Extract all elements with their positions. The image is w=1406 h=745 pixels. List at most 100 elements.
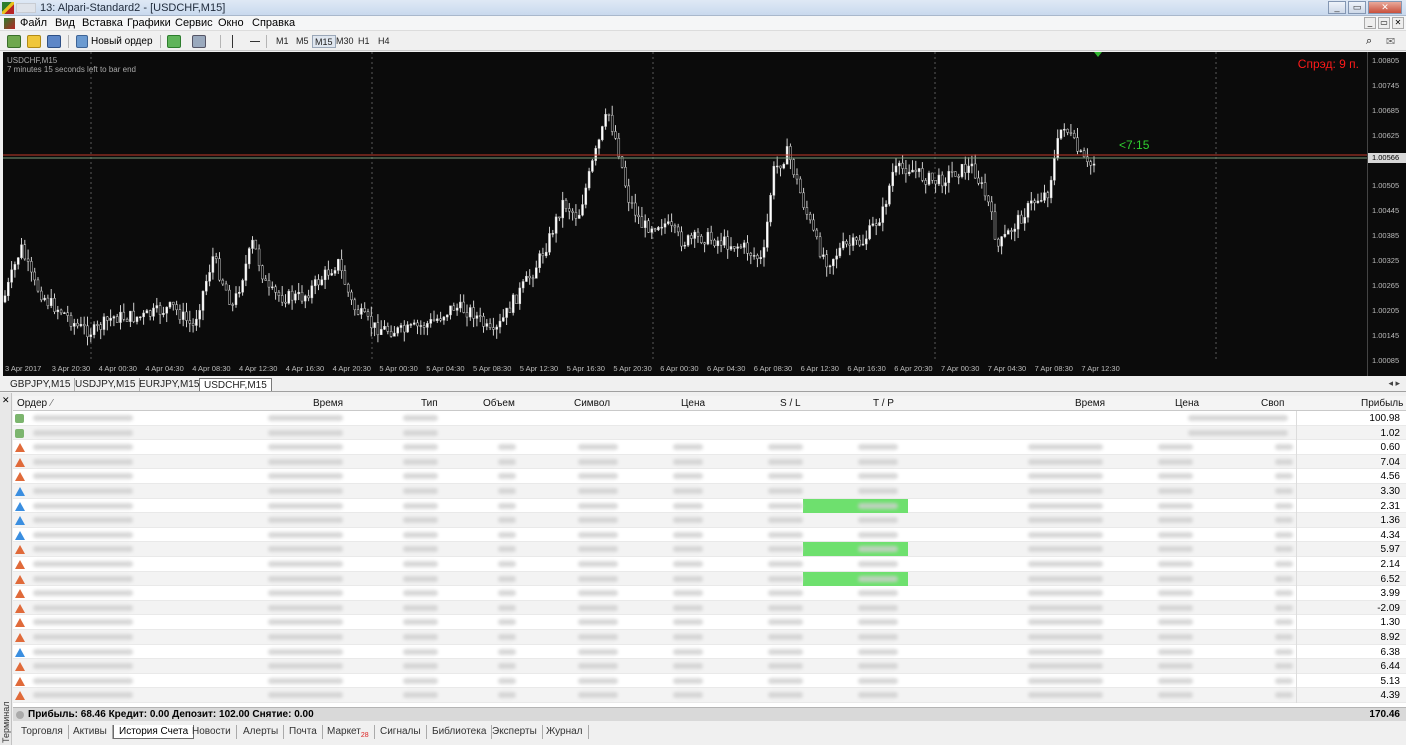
candle-body <box>531 277 535 280</box>
timeframe-h4[interactable]: H4 <box>376 35 392 48</box>
col-tp[interactable]: T / P <box>873 398 894 409</box>
table-row[interactable]: 4.39 <box>13 688 1406 703</box>
close-icon[interactable]: ✕ <box>2 395 10 406</box>
menu-charts[interactable]: Графики <box>127 17 171 29</box>
table-row[interactable]: 2.14 <box>13 557 1406 572</box>
col-close-price[interactable]: Цена <box>1175 398 1199 409</box>
menu-help[interactable]: Справка <box>252 17 295 29</box>
table-row[interactable]: 6.52 <box>13 571 1406 587</box>
menu-view[interactable]: Вид <box>55 17 75 29</box>
timeframe-h1[interactable]: H1 <box>356 35 372 48</box>
obscured-cell <box>1028 648 1103 655</box>
menu-file[interactable]: Файл <box>20 17 47 29</box>
terminal-tab-9[interactable]: Эксперты <box>487 725 543 739</box>
terminal-tab-2[interactable]: История Счета <box>113 725 195 739</box>
chat-icon[interactable]: ✉ <box>1386 35 1395 48</box>
col-order[interactable]: Ордер <box>17 398 47 409</box>
col-close-time[interactable]: Время <box>1075 398 1105 409</box>
col-type[interactable]: Тип <box>421 398 438 409</box>
mdi-restore-button[interactable]: ▭ <box>1378 17 1390 29</box>
terminal-tab-10[interactable]: Журнал <box>541 725 589 739</box>
candle-body <box>373 322 376 328</box>
chart-shift-marker[interactable] <box>1094 52 1102 57</box>
maximize-button[interactable]: ▭ <box>1348 1 1366 14</box>
terminal-tab-7[interactable]: Сигналы <box>375 725 427 739</box>
mdi-close-button[interactable]: ✕ <box>1392 17 1404 29</box>
table-row[interactable]: 100.98 <box>13 411 1406 426</box>
horizontal-line-tool[interactable] <box>250 41 260 42</box>
col-swap[interactable]: Своп <box>1261 398 1284 409</box>
table-row[interactable]: -2.09 <box>13 600 1406 616</box>
table-row[interactable]: 4.56 <box>13 469 1406 484</box>
menu-insert[interactable]: Вставка <box>82 17 123 29</box>
table-row[interactable]: 7.04 <box>13 454 1406 470</box>
table-row[interactable]: 6.38 <box>13 644 1406 660</box>
sell-arrow-icon <box>15 443 25 453</box>
candle-body <box>1026 203 1030 218</box>
terminal-tab-0[interactable]: Торговля <box>16 725 69 739</box>
candle-body <box>201 290 205 311</box>
col-symbol[interactable]: Символ <box>574 398 610 409</box>
menu-window[interactable]: Окно <box>218 17 244 29</box>
terminal-tab-6[interactable]: Маркет28 <box>322 725 375 739</box>
terminal-tab-3[interactable]: Новости <box>187 725 237 739</box>
chart-window-icon[interactable] <box>4 18 15 29</box>
search-icon[interactable]: ⌕ <box>1366 35 1372 48</box>
table-row[interactable]: 2.31 <box>13 498 1406 514</box>
new-chart-icon[interactable] <box>7 35 21 48</box>
tab-scroll-arrows[interactable]: ◂ ▸ <box>1388 378 1400 389</box>
col-sl[interactable]: S / L <box>780 398 801 409</box>
candle-body <box>983 182 987 197</box>
vertical-line-tool[interactable] <box>232 35 233 48</box>
table-row[interactable]: 1.02 <box>13 425 1406 441</box>
timeframe-m1[interactable]: M1 <box>274 35 291 48</box>
templates-icon[interactable] <box>192 35 206 48</box>
col-volume[interactable]: Объем <box>483 398 515 409</box>
price-chart[interactable]: USDCHF,M15 7 minutes 15 seconds left to … <box>3 52 1367 376</box>
table-row[interactable]: 0.60 <box>13 440 1406 455</box>
timeframe-m30[interactable]: M30 <box>334 35 356 48</box>
terminal-tab-8[interactable]: Библиотека <box>427 725 493 739</box>
tab-usdchf[interactable]: USDCHF,M15 <box>199 378 272 391</box>
menu-tools[interactable]: Сервис <box>175 17 213 29</box>
profiles-icon[interactable] <box>27 35 41 48</box>
new-order-button[interactable]: Новый ордер <box>91 36 153 47</box>
sort-icon[interactable]: ⁄ <box>51 398 53 409</box>
add-indicator-icon[interactable] <box>167 35 181 48</box>
market-watch-icon[interactable] <box>47 35 61 48</box>
terminal-tab-1[interactable]: Активы <box>68 725 113 739</box>
new-order-icon[interactable] <box>76 35 88 48</box>
table-row[interactable]: 5.13 <box>13 673 1406 689</box>
candle-body <box>1030 200 1033 204</box>
price-axis[interactable]: 1.00805 1.00745 1.00685 1.00625 1.00505 1.004… <box>1367 52 1406 376</box>
table-row[interactable]: 5.97 <box>13 542 1406 557</box>
col-price[interactable]: Цена <box>681 398 705 409</box>
candle-body <box>515 294 518 304</box>
col-time[interactable]: Время <box>313 398 343 409</box>
table-row[interactable]: 6.44 <box>13 659 1406 674</box>
profit-cell: 6.52 <box>1380 573 1400 585</box>
column-divider <box>1296 498 1297 514</box>
tab-gbpjpy[interactable]: GBPJPY,M15 <box>6 378 76 391</box>
mdi-minimize-button[interactable]: _ <box>1364 17 1376 29</box>
candle-body <box>412 322 416 325</box>
tab-usdjpy[interactable]: USDJPY,M15 <box>71 378 141 391</box>
table-row[interactable]: 8.92 <box>13 630 1406 645</box>
table-row[interactable]: 1.36 <box>13 513 1406 528</box>
close-button[interactable]: ✕ <box>1368 1 1402 14</box>
terminal-tab-4[interactable]: Алерты <box>238 725 285 739</box>
tab-eurjpy[interactable]: EURJPY,M15 <box>135 378 205 391</box>
terminal-tab-5[interactable]: Почта <box>284 725 323 739</box>
timeframe-m15[interactable]: M15 <box>312 35 336 48</box>
minimize-button[interactable]: _ <box>1328 1 1346 14</box>
history-table[interactable]: Ордер ⁄ Время Тип Объем Символ Цена S / … <box>13 396 1406 707</box>
candle-body <box>297 291 300 295</box>
table-row[interactable]: 3.30 <box>13 484 1406 499</box>
table-row[interactable]: 4.34 <box>13 527 1406 543</box>
table-row[interactable]: 1.30 <box>13 615 1406 630</box>
col-profit[interactable]: Прибыль <box>1361 398 1403 409</box>
obscured-cell <box>268 502 343 509</box>
timeframe-m5[interactable]: M5 <box>294 35 311 48</box>
table-row[interactable]: 3.99 <box>13 586 1406 601</box>
obscured-cell <box>1028 488 1103 494</box>
